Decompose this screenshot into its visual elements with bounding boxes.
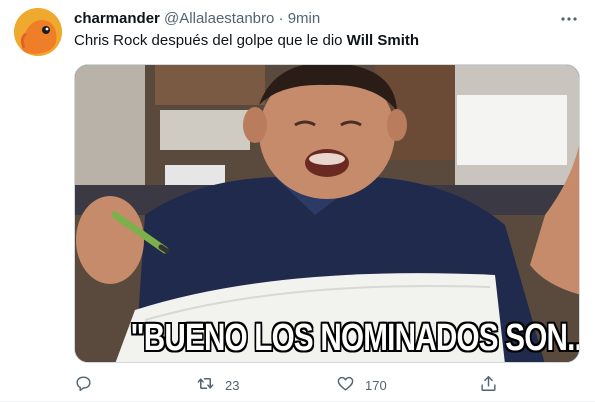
tweet-header: charmander @Allalaestanbro · 9min (74, 9, 579, 29)
share-button[interactable] (479, 374, 498, 396)
reply-button[interactable] (74, 374, 93, 396)
retweet-button[interactable]: 23 (196, 374, 239, 396)
display-name[interactable]: charmander (74, 10, 160, 27)
tweet-text-prefix: Chris Rock después del golpe que le dio (74, 32, 347, 49)
tweet-text-mention: Will Smith (346, 32, 420, 49)
tweet[interactable]: charmander @Allalaestanbro · 9min Chris … (0, 0, 595, 402)
tweet-timestamp[interactable]: 9min (288, 10, 321, 27)
reply-icon[interactable] (74, 374, 93, 396)
like-count: 170 (365, 377, 387, 393)
share-icon[interactable] (479, 374, 498, 396)
retweet-icon[interactable] (196, 374, 215, 396)
retweet-count: 23 (225, 377, 240, 393)
more-options-icon[interactable] (559, 9, 579, 29)
meme-caption: "BUENO LOS NOMINADOS SON..." (130, 317, 580, 359)
tweet-text: Chris Rock después del golpe que le dio … (74, 31, 419, 51)
avatar[interactable] (14, 8, 62, 56)
user-handle[interactable]: @Allalaestanbro (164, 10, 274, 27)
tweet-actions: 23 170 (74, 374, 504, 396)
separator-dot: · (278, 10, 284, 27)
heart-icon[interactable] (336, 374, 355, 396)
like-button[interactable]: 170 (336, 374, 387, 396)
tweet-media-image[interactable]: "BUENO LOS NOMINADOS SON..." (74, 64, 580, 363)
